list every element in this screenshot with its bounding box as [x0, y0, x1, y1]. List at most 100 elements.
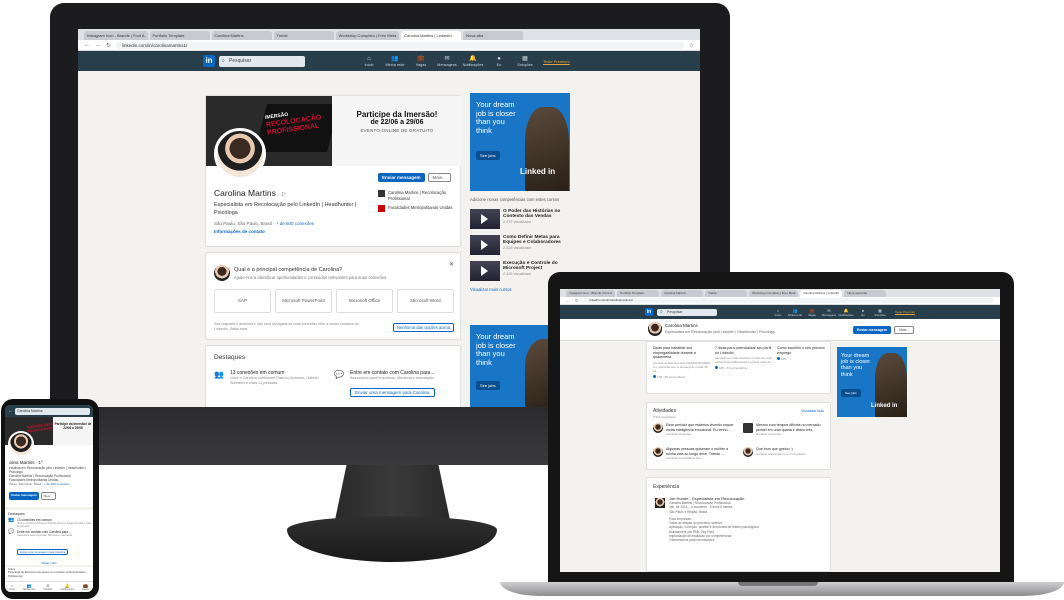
job-ad[interactable]: Your dream job is closer than you think …: [837, 347, 907, 417]
contact-info-link[interactable]: Informações de contato: [214, 229, 265, 234]
nav-item-notifications[interactable]: 🔔 Notificações: [463, 55, 484, 67]
school-name: Faculdades Metropolitanas Unidas: [388, 205, 453, 210]
back-icon[interactable]: ←: [84, 42, 90, 48]
search-input[interactable]: Carolina Martins: [15, 407, 90, 415]
bottom-nav-notifications[interactable]: 🔔 Notificações: [60, 583, 74, 591]
forward-icon[interactable]: →: [95, 42, 101, 48]
activity-item[interactable]: Algumas pessoas quiseram o mulher a minh…: [653, 447, 738, 460]
skill-option[interactable]: Microsoft Word: [397, 289, 454, 313]
network-icon: 👥: [391, 56, 399, 62]
nav-item-jobs[interactable]: 💼 Vagas: [411, 55, 431, 67]
browser-tab-active[interactable]: Carolina Martins | LinkedIn: [800, 290, 843, 297]
nav-item-network[interactable]: 👥 Minha rede: [788, 308, 802, 317]
nav-item-messages[interactable]: ✉ Mensagens: [437, 55, 457, 67]
url-field[interactable]: linkedin.com/in/carolinamartins1/: [583, 298, 994, 303]
avatar[interactable]: [8, 431, 34, 457]
close-icon[interactable]: ✕: [449, 261, 454, 268]
avatar[interactable]: [648, 322, 662, 336]
back-icon[interactable]: ←: [566, 298, 570, 303]
bottom-nav-jobs[interactable]: 💼 Vagas: [82, 583, 89, 591]
linkedin-logo-icon[interactable]: in: [644, 308, 653, 316]
browser-tab[interactable]: Carolina Martins: [661, 290, 704, 297]
star-icon[interactable]: ☆: [689, 42, 694, 49]
article-title: Dicas para trabalhar sua empregabilidade…: [653, 346, 696, 359]
browser-tab[interactable]: Nova aguardar: [844, 290, 887, 297]
url-field[interactable]: linkedin.com/in/carolinamartins1/: [116, 41, 684, 49]
mutual-title-text: 13 conexões em comum: [17, 518, 52, 522]
browser-tab[interactable]: Treble: [705, 290, 748, 297]
connections-link[interactable]: + de 500 conexões: [276, 221, 314, 226]
more-button[interactable]: Mais...: [893, 326, 915, 334]
skill-option[interactable]: Microsoft Office: [336, 289, 393, 313]
laptop-screen: Instagram Icon - Brands | Font A Portfol…: [560, 289, 1000, 572]
browser-tab[interactable]: Instagram Icon - Brands | Font A: [84, 31, 148, 40]
activity-card: Atividades 5.911 seguidores Visualizar t…: [646, 402, 831, 470]
nav-item-apps[interactable]: ▦ Soluções: [515, 55, 535, 67]
nav-item-notifications[interactable]: 🔔 Notificações: [838, 308, 853, 317]
nav-item-home[interactable]: ⌂ Início: [771, 308, 785, 317]
job-ad[interactable]: Your dream job is closer than you think …: [470, 93, 570, 191]
mutual-title[interactable]: 👥 13 conexões em comum: [5, 517, 93, 523]
article-item[interactable]: Dicas para trabalhar sua empregabilidade…: [653, 346, 711, 379]
bottom-nav-network[interactable]: 👥 Minha rede: [23, 583, 36, 591]
nav-item-me[interactable]: ● Eu: [489, 55, 509, 67]
activity-item[interactable]: Mesmo com tempos difíceis no mercado, pe…: [743, 423, 828, 436]
education[interactable]: Faculdades Metropolitanas Unidas: [378, 205, 460, 212]
see-all-link[interactable]: Visualizar tudo: [801, 409, 824, 413]
reload-icon[interactable]: ↻: [575, 298, 578, 303]
browser-tab-active[interactable]: Carolina Martins | LinkedIn: [401, 31, 462, 40]
more-button[interactable]: Mais...: [427, 173, 451, 182]
browser-tab[interactable]: Portfolio Template: [149, 31, 210, 40]
article-item[interactable]: Como escolher o seu próximo emprego 115: [777, 346, 829, 361]
search-input[interactable]: ⌕ Pesquisar: [656, 308, 717, 316]
see-more-link[interactable]: Saber mais: [5, 561, 93, 565]
mutual-connections[interactable]: 👥 13 conexões em comum Você e Carolina co…: [214, 370, 329, 386]
send-message-button[interactable]: Enviar mensagem: [378, 173, 425, 182]
none-of-above-button[interactable]: Nenhuma das opções acima: [392, 323, 454, 332]
profile-headline: Especialista em Recolocação pelo LinkedI…: [214, 202, 357, 216]
activity-item[interactable]: Que bom que gostou :) Carolina respondeu …: [743, 447, 828, 457]
bottom-nav-home[interactable]: ⌂ Início: [9, 583, 15, 591]
browser-tab[interactable]: Nova aba: [463, 31, 524, 40]
nav-item-jobs[interactable]: 💼 Vagas: [805, 308, 819, 317]
browser-tab[interactable]: Workshop Completo | Free Meta: [749, 290, 799, 297]
browser-tab[interactable]: Portfolio Template: [617, 290, 660, 297]
avatar[interactable]: [214, 128, 266, 180]
activity-body: Que bom que gostou :) Carolina respondeu …: [756, 447, 805, 457]
see-jobs-button[interactable]: See jobs: [476, 151, 500, 160]
nav-item-me[interactable]: ● Eu: [856, 308, 870, 317]
skill-option[interactable]: SAP: [214, 289, 271, 313]
browser-tab[interactable]: Workshop Completo | Free Meta: [335, 31, 400, 40]
course-item[interactable]: Como Definir Metas para Equipes e Colabo…: [470, 234, 572, 255]
see-jobs-button[interactable]: See jobs: [476, 381, 500, 390]
send-message-button[interactable]: Enviar mensagem: [9, 492, 39, 500]
premium-link[interactable]: Teste Premium: [543, 59, 570, 64]
browser-tab[interactable]: Carolina Martins: [211, 31, 272, 40]
send-message-button[interactable]: Enviar mensagem: [853, 326, 891, 334]
browser-tab[interactable]: Treble: [273, 31, 334, 40]
send-message-carolina-button[interactable]: Enviar uma mensagem para Carolina: [350, 388, 435, 397]
browser-tab[interactable]: Instagram Icon - Brands | Font A: [566, 290, 616, 297]
jobs-icon: 💼: [417, 56, 425, 62]
back-arrow-icon[interactable]: ←: [8, 408, 13, 414]
see-jobs-button[interactable]: See jobs: [841, 389, 861, 397]
skill-option[interactable]: Microsoft PowerPoint: [275, 289, 332, 313]
linkedin-logo-icon[interactable]: in: [203, 55, 215, 67]
nav-item-network[interactable]: 👥 Minha rede: [385, 55, 405, 67]
more-button[interactable]: Mais...: [40, 492, 56, 500]
course-item[interactable]: O Poder das Histórias no Contexto das Ve…: [470, 208, 572, 229]
send-message-carolina-button[interactable]: Envie uma mensagem para Carolina: [17, 548, 69, 555]
search-input[interactable]: ⌕ Pesquisar: [219, 55, 305, 67]
experience-item[interactable]: Job Hunter - Especialista em Recolocação…: [669, 496, 824, 543]
premium-link[interactable]: Teste Premium: [895, 310, 915, 314]
reload-icon[interactable]: ↻: [106, 42, 111, 49]
bottom-nav-post[interactable]: ⊕ Publicar: [43, 583, 52, 591]
current-company[interactable]: Carolina Martins | Recolocação Profissio…: [378, 190, 460, 201]
article-item[interactable]: 7 dicas para potencializar seu perfil no…: [715, 346, 773, 370]
nav-item-apps[interactable]: ▦ Soluções: [873, 308, 887, 317]
activity-item[interactable]: Esse período que estamos vivendo requer …: [653, 423, 738, 436]
nav-item-messages[interactable]: ✉ Mensagens: [822, 308, 836, 317]
skill-question: Qual é a principal competência de Caroli…: [234, 267, 343, 273]
connections-link[interactable]: + de 500 conexões: [44, 482, 69, 486]
nav-item-home[interactable]: ⌂ Início: [359, 55, 379, 67]
